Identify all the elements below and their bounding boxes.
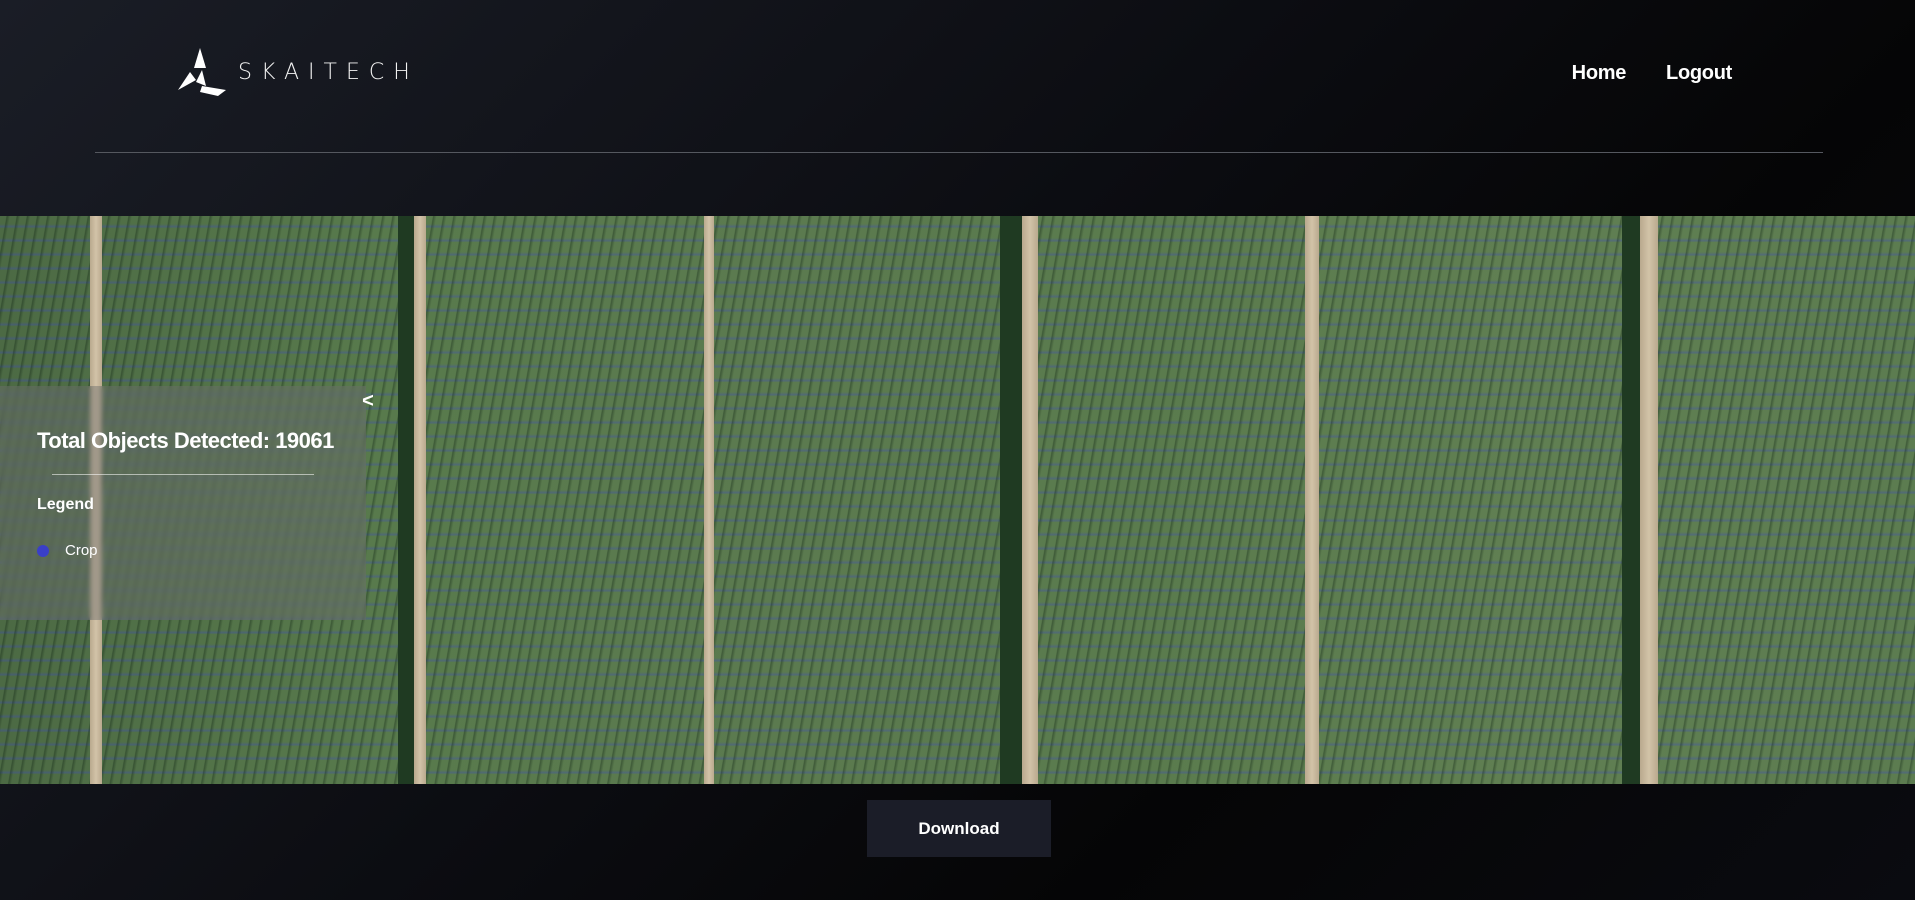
header-divider (95, 152, 1823, 153)
field-road (704, 216, 714, 784)
brand-name: SKAITECH (238, 59, 419, 85)
field-road (414, 216, 426, 784)
panel-divider (52, 474, 314, 475)
field-road (1640, 216, 1658, 784)
top-nav: Home Logout (1532, 62, 1733, 85)
legend-item-crop: Crop (37, 542, 98, 559)
download-button[interactable]: Download (867, 800, 1051, 857)
legend-item-label: Crop (65, 542, 98, 559)
nav-home-link[interactable]: Home (1572, 62, 1627, 85)
collapse-panel-button[interactable]: < (354, 386, 382, 416)
field-hedge (1622, 216, 1640, 784)
total-objects-detected: Total Objects Detected: 19061 (37, 428, 334, 453)
field-hedge (1000, 216, 1022, 784)
field-road (1305, 216, 1319, 784)
field-hedge (398, 216, 414, 784)
header: SKAITECH Home Logout (0, 0, 1915, 216)
detection-map[interactable]: < Total Objects Detected: 19061 Legend C… (0, 216, 1915, 784)
skaitech-logo-icon (178, 48, 226, 96)
field-road (1022, 216, 1038, 784)
legend-title: Legend (37, 496, 94, 513)
brand-logo[interactable]: SKAITECH (172, 46, 419, 98)
nav-logout-link[interactable]: Logout (1666, 62, 1732, 85)
legend-dot-icon (37, 544, 49, 557)
